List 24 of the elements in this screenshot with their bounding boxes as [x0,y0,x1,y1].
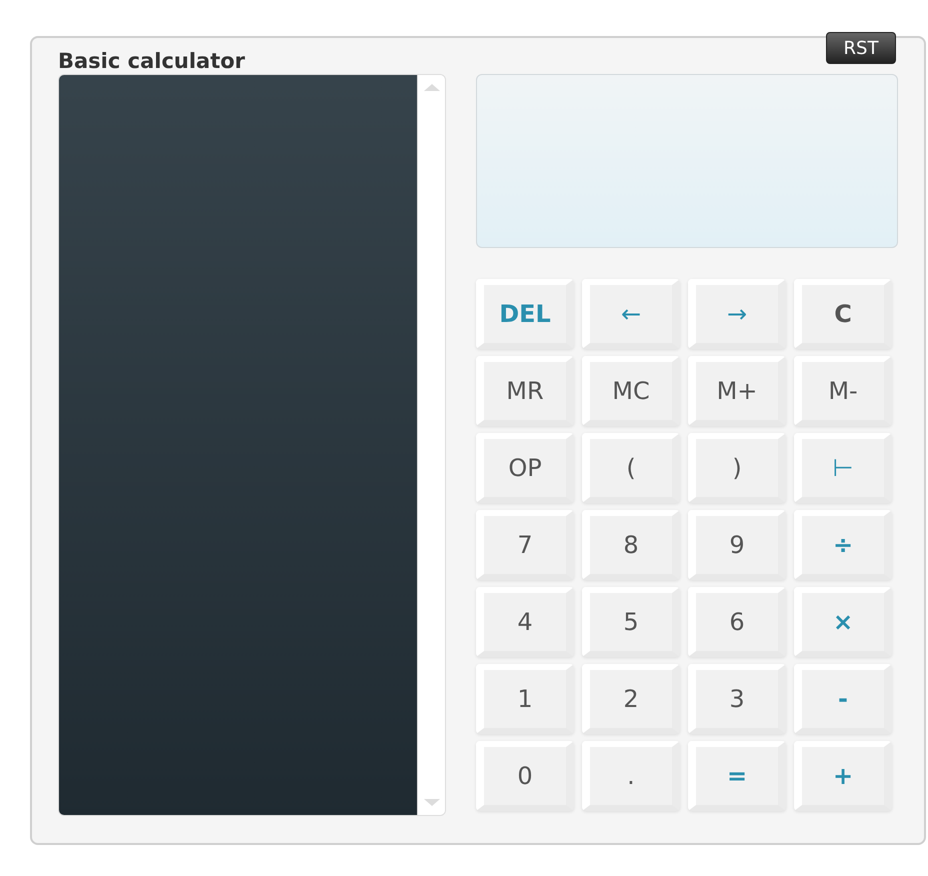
calculator-key[interactable]: C [794,279,892,349]
calculator-key[interactable]: M- [794,356,892,426]
calculator-key[interactable]: 3 [688,664,786,734]
calculator-key[interactable]: 0 [476,741,574,811]
calculator-key[interactable]: MC [582,356,680,426]
calculator-key[interactable]: 8 [582,510,680,580]
reset-button[interactable]: RST [826,32,896,64]
calculator-key[interactable]: 5 [582,587,680,657]
calculator-key[interactable]: ( [582,433,680,503]
window-title: Basic calculator [58,48,246,74]
calculator-key[interactable]: M+ [688,356,786,426]
calculator-key[interactable]: 2 [582,664,680,734]
calculator-key[interactable]: 6 [688,587,786,657]
scroll-down-icon[interactable] [422,797,442,809]
calculator-key[interactable]: OP [476,433,574,503]
calculator-key[interactable]: 7 [476,510,574,580]
calculator-key[interactable]: 4 [476,587,574,657]
calculator-key[interactable]: MR [476,356,574,426]
calculator-key[interactable]: . [582,741,680,811]
calculator-key[interactable]: 1 [476,664,574,734]
scroll-up-icon[interactable] [422,81,442,93]
calculator-key[interactable]: ) [688,433,786,503]
calculator-key[interactable]: 9 [688,510,786,580]
scrollbar[interactable] [417,75,445,815]
